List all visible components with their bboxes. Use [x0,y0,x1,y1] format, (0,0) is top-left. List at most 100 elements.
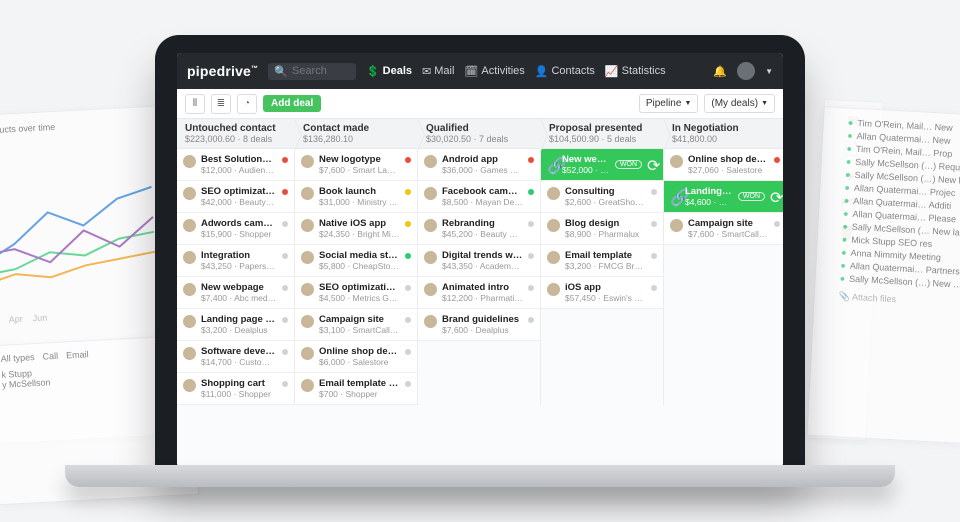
mydeals-dropdown[interactable]: (My deals) ▼ [704,94,775,113]
view-list-button[interactable]: ≣ [211,94,231,114]
deal-card[interactable]: Blog design$8,900 · Pharmalux [541,213,663,245]
link-icon: 🔗 [670,188,680,198]
add-deal-button[interactable]: Add deal [263,95,321,112]
avatar [424,251,437,264]
deal-card[interactable]: Facebook campaign$8,500 · Mayan Design [418,181,540,213]
deal-subtitle: $15,900 · Shopper [201,229,277,239]
deal-card[interactable]: Digital trends workshop$43,350 · Academy… [418,245,540,277]
chevron-down-icon: ▼ [761,100,768,107]
bell-icon[interactable]: 🔔 [713,65,727,78]
deal-card[interactable]: Brand guidelines$7,600 · Dealplus [418,309,540,341]
view-timeline-button[interactable]: ◔ [237,94,257,114]
status-dot [405,381,411,387]
deal-card[interactable]: New webpage$7,400 · Abc medicals [177,277,294,309]
avatar [183,187,196,200]
deal-card[interactable]: Best Solutions Deal$12,000 · Audience Me… [177,149,294,181]
mail-icon: ✉ [422,65,431,78]
nav-mail[interactable]: ✉Mail [422,65,454,78]
deal-card[interactable]: SEO optimization$42,000 · BeautynLaw Sho… [177,181,294,213]
deal-subtitle: $7,400 · Abc medicals [201,293,277,303]
deal-card[interactable]: Landing page project$3,200 · Dealplus [177,309,294,341]
logo: pipedrive™ [187,63,258,79]
column-header[interactable]: Proposal presented$104,500.90 · 5 deals [541,119,663,149]
avatar [547,219,560,232]
deal-card[interactable]: 🔗Landing page$4,600 · DealplusWON⟳ [664,181,783,213]
pipeline-column: In Negotiation$41,800.00Online shop desi… [664,119,783,405]
avatar [424,315,437,328]
deal-card[interactable]: Shopping cart$11,000 · Shopper [177,373,294,405]
search-input[interactable] [292,65,350,77]
deal-title: New logotype [319,154,400,165]
mail-row[interactable]: Sally McSellson (…) New lan [839,273,960,289]
rotate-icon: ⟳ [647,156,657,166]
column-title: Qualified [426,123,534,134]
deal-card[interactable]: Campaign site$3,100 · SmartCall Ltd [295,309,417,341]
column-summary: $104,500.90 · 5 deals [549,134,657,144]
deal-title: Campaign site [319,314,400,325]
deal-title: SEO optimization [201,186,277,197]
deal-card[interactable]: Integration$43,250 · Papersand [177,245,294,277]
chevron-down-icon[interactable]: ▼ [765,67,773,76]
status-dot [282,253,288,259]
laptop-base [65,465,895,487]
pipeline-column: Qualified$30,020.50 · 7 dealsAndroid app… [418,119,541,405]
avatar [301,347,314,360]
nav-contacts[interactable]: 👤Contacts [535,65,595,78]
deal-card[interactable]: Campaign site$7,600 · SmartCall Ltd [664,213,783,245]
view-pipeline-button[interactable]: ⫴ [185,94,205,114]
nav-activities[interactable]: 🗓Activities [464,65,524,78]
deal-card[interactable]: Rebranding$45,200 · Beauty Booth [418,213,540,245]
nav-statistics[interactable]: 📈Statistics [605,65,666,78]
deal-title: Adwords campaign [201,218,277,229]
deal-title: Social media strategy [319,250,400,261]
column-header[interactable]: Untouched contact$223,000.60 · 8 deals [177,119,294,149]
avatar [301,283,314,296]
deal-card[interactable]: Consulting$2,600 · GreatShoes Factory [541,181,663,213]
avatar [301,155,314,168]
nav-deals[interactable]: 💲Deals [366,65,412,78]
deal-card[interactable]: New logotype$7,600 · Smart Language Ltd [295,149,417,181]
deal-card[interactable]: Online shop design$27,060 · Salestore [664,149,783,181]
deal-card[interactable]: Native iOS app$24,350 · Bright Mind Publ… [295,213,417,245]
column-header[interactable]: In Negotiation$41,800.00 [664,119,783,149]
avatar [183,283,196,296]
status-dot [282,381,288,387]
deal-card[interactable]: Adwords campaign$15,900 · Shopper [177,213,294,245]
deal-card[interactable]: iOS app$57,450 · Eswin's Kitchen [541,277,663,309]
deal-card[interactable]: Social media strategy$5,800 · CheapStore… [295,245,417,277]
deal-title: Software development [201,346,277,357]
app-screen: pipedrive™ 🔍 💲Deals ✉Mail 🗓Activities 👤C… [177,53,783,467]
deal-card[interactable]: Animated intro$12,200 · Pharmatics Group [418,277,540,309]
deal-title: Animated intro [442,282,523,293]
deal-title: Integration [201,250,277,261]
status-dot [528,221,534,227]
pipeline-dropdown[interactable]: Pipeline ▼ [639,94,699,113]
deal-card[interactable]: Book launch$31,000 · Ministry of Educati… [295,181,417,213]
column-header[interactable]: Qualified$30,020.50 · 7 deals [418,119,540,149]
deal-subtitle: $3,200 · Dealplus [201,325,277,335]
status-dot [282,189,288,195]
avatar [547,187,560,200]
deal-card[interactable]: 🔗New website$52,000 · CollaborateLabWON⟳ [541,149,663,181]
pipeline-column: Proposal presented$104,500.90 · 5 deals🔗… [541,119,664,405]
pipeline-column: Contact made$136,280.10New logotype$7,60… [295,119,418,405]
deal-card[interactable]: Android app$36,000 · Games Central Ltd [418,149,540,181]
deal-title: Landing page project [201,314,277,325]
search-box[interactable]: 🔍 [268,63,356,80]
avatar [183,155,196,168]
avatar [424,187,437,200]
deals-icon: 💲 [366,65,380,78]
status-dot [528,157,534,163]
column-header[interactable]: Contact made$136,280.10 [295,119,417,149]
column-title: In Negotiation [672,123,780,134]
deal-card[interactable]: Software development$14,700 · Customer G… [177,341,294,373]
deal-card[interactable]: Online shop design$6,000 · Salestore [295,341,417,373]
deal-subtitle: $27,060 · Salestore [688,165,769,175]
deal-title: Online shop design [319,346,400,357]
deal-card[interactable]: Email template$3,200 · FMCG Bread Co. [541,245,663,277]
user-avatar[interactable] [737,62,755,80]
deal-card[interactable]: SEO optimization deal$4,500 · Metrics Gr… [295,277,417,309]
toolbar: ⫴ ≣ ◔ Add deal Pipeline ▼ (My deals) ▼ [177,89,783,119]
deal-card[interactable]: Email template design$700 · Shopper [295,373,417,405]
rotate-icon: ⟳ [770,188,780,198]
